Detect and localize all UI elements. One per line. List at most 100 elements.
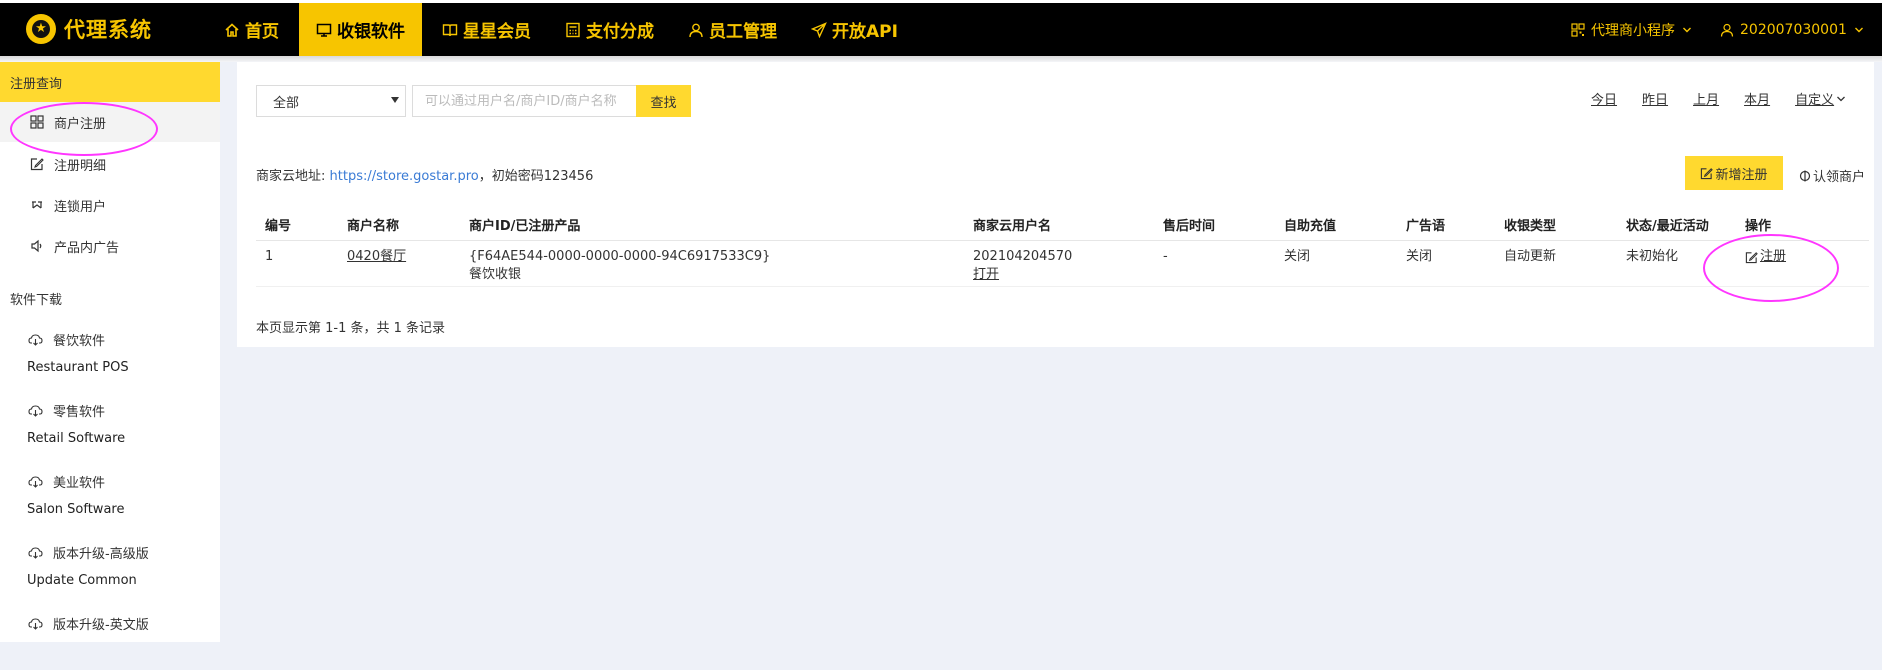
col-no: 编号 [256,208,338,241]
download-salon-software[interactable]: 美业软件 Salon Software [0,472,220,528]
download-label: 版本升级-高级版 [53,547,149,562]
mini-program-label: 代理商小程序 [1591,22,1675,39]
nav-star-member[interactable]: 星星会员 [428,3,545,56]
download-subtitle: Retail Software [27,431,126,446]
cloud-open-link[interactable]: 打开 [973,267,999,282]
qrcode-icon [1571,22,1585,37]
nav-pos-software-label: 收银软件 [337,22,405,42]
nav-star-member-label: 星星会员 [463,22,531,42]
search-button[interactable]: 查找 [636,85,691,117]
download-subtitle: Restaurant POS [27,360,129,375]
sidebar-section-download: 软件下载 [10,293,63,308]
app-title: 代理系统 [64,18,152,42]
account-menu[interactable]: 202007030001 [1720,3,1864,56]
cloud-download-icon [28,334,43,346]
calculator-icon [566,22,580,37]
registered-product: 餐饮收银 [469,267,522,282]
download-label: 零售软件 [53,405,106,420]
sidebar-section-register: 注册查询 [0,62,220,102]
sidebar-item-label: 连锁用户 [54,199,107,215]
split-icon [1799,170,1811,181]
cell-no: 1 [256,240,338,287]
nav-staff-label: 员工管理 [709,22,777,42]
chevron-down-icon [1683,27,1691,32]
date-today-link[interactable]: 今日 [1591,89,1617,108]
cell-operation: 注册 [1736,240,1869,287]
date-custom-label: 自定义 [1795,93,1835,108]
date-custom-link[interactable]: 自定义 [1795,89,1846,108]
edit-icon [30,158,44,171]
nav-pos-software[interactable]: 收银软件 [299,3,422,56]
register-link[interactable]: 注册 [1745,248,1786,266]
date-this-month-link[interactable]: 本月 [1744,89,1770,108]
sidebar-item-merchant-register[interactable]: 商户注册 [0,102,220,142]
date-last-month-link[interactable]: 上月 [1693,89,1719,108]
col-merchant-id: 商户ID/已注册产品 [460,208,964,241]
edit-icon [1701,167,1714,179]
claim-merchant-link[interactable]: 认领商户 [1799,166,1865,185]
cell-cloud-user: 202104204570 打开 [964,240,1154,287]
sidebar-item-chain-users[interactable]: 连锁用户 [0,185,220,225]
sidebar-item-label: 产品内广告 [54,240,120,256]
user-icon [689,23,703,37]
nav-payment-share[interactable]: 支付分成 [551,3,668,56]
caret-down-icon [391,97,399,103]
nav-payment-share-label: 支付分成 [586,22,654,42]
store-url-link[interactable]: https://store.gostar.pro [330,169,479,184]
merchant-table: 编号 商户名称 商户ID/已注册产品 商家云用户名 售后时间 自助充值 广告语 … [256,208,1869,287]
send-icon [811,21,827,38]
cell-status: 未初始化 [1617,240,1736,287]
claim-merchant-label: 认领商户 [1813,170,1866,185]
store-address: 商家云地址: https://store.gostar.pro，初始密码1234… [256,165,593,184]
col-slogan: 广告语 [1397,208,1495,241]
table-row: 1 0420餐厅 {F64AE544-0000-0000-0000-94C691… [256,240,1869,287]
nav-open-api[interactable]: 开放API [797,3,912,56]
cloud-download-icon [28,547,43,559]
merchant-name-link[interactable]: 0420餐厅 [347,249,406,264]
app-logo[interactable]: ★ 代理系统 [26,14,152,44]
cell-after-sale: - [1154,240,1275,287]
col-self-recharge: 自助充值 [1275,208,1397,241]
download-retail-software[interactable]: 零售软件 Retail Software [0,401,220,457]
chain-icon [32,201,42,209]
col-status: 状态/最近活动 [1617,208,1736,241]
sidebar: 注册查询 商户注册 注册明细 连锁用户 产品内广告 软件下载 餐饮软件 Rest… [0,62,220,642]
col-operation: 操作 [1736,208,1869,241]
nav-staff[interactable]: 员工管理 [674,3,791,56]
download-label: 美业软件 [53,476,106,491]
merchant-id: {F64AE544-0000-0000-0000-94C6917533C9} [469,249,771,264]
sidebar-item-in-product-ads[interactable]: 产品内广告 [0,226,220,266]
main-nav: 首页 收银软件 星星会员 支付分成 员工管理 开放API [210,3,918,56]
grid-icon [30,115,44,129]
cell-slogan: 关闭 [1397,240,1495,287]
book-icon [442,23,458,36]
search-input[interactable] [412,85,636,117]
nav-home[interactable]: 首页 [210,3,293,56]
sidebar-item-label: 商户注册 [54,116,107,132]
cloud-download-icon [28,405,43,417]
top-bar: ★ 代理系统 首页 收银软件 星星会员 支付分成 员工管理 开放API 代理商小… [0,0,1882,62]
monitor-icon [316,23,332,37]
mini-program-menu[interactable]: 代理商小程序 [1571,3,1692,56]
date-filter: 今日 昨日 上月 本月 自定义 [1591,89,1846,108]
new-register-button[interactable]: 新增注册 [1685,156,1783,190]
download-restaurant-pos[interactable]: 餐饮软件 Restaurant POS [0,330,220,386]
store-password: ，初始密码123456 [478,169,594,184]
nav-open-api-label: 开放API [832,22,898,42]
user-icon [1720,23,1734,37]
scope-select[interactable]: 全部 [256,85,406,117]
download-upgrade-english[interactable]: 版本升级-英文版 [0,614,220,670]
sidebar-item-register-detail[interactable]: 注册明细 [0,144,220,184]
col-pos-type: 收银类型 [1495,208,1617,241]
home-icon [225,22,239,37]
col-cloud-user: 商家云用户名 [964,208,1154,241]
col-after-sale: 售后时间 [1154,208,1275,241]
download-upgrade-advanced[interactable]: 版本升级-高级版 Update Common [0,543,220,599]
register-link-label: 注册 [1760,249,1787,264]
col-merchant-name: 商户名称 [338,208,460,241]
table-header-row: 编号 商户名称 商户ID/已注册产品 商家云用户名 售后时间 自助充值 广告语 … [256,208,1869,241]
date-yesterday-link[interactable]: 昨日 [1642,89,1668,108]
pagination-summary: 本页显示第 1-1 条，共 1 条记录 [256,321,446,336]
cell-merchant-id: {F64AE544-0000-0000-0000-94C6917533C9} 餐… [460,240,964,287]
download-label: 餐饮软件 [53,334,106,349]
